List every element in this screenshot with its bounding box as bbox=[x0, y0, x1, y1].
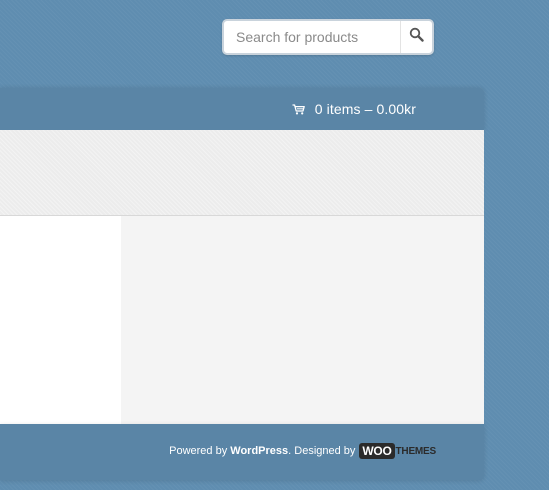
footer-credit: Powered by WordPress. Designed by WOO THE… bbox=[169, 443, 436, 459]
sidebar-area bbox=[121, 216, 484, 424]
magnifier-icon bbox=[409, 27, 424, 47]
wordpress-link[interactable]: WordPress bbox=[230, 445, 288, 457]
woothemes-logo[interactable]: WOO THEMES bbox=[359, 443, 436, 459]
search-input[interactable] bbox=[224, 21, 400, 53]
search-form bbox=[222, 19, 434, 55]
main-content-area bbox=[0, 216, 121, 424]
woothemes-logo-woo: WOO bbox=[359, 443, 395, 459]
powered-by-text: Powered by bbox=[169, 445, 228, 457]
content-band bbox=[0, 130, 484, 216]
footer: Powered by WordPress. Designed by WOO THE… bbox=[0, 424, 484, 480]
cart-link[interactable]: 0 items – 0.00kr bbox=[292, 99, 416, 119]
designed-by-text: . Designed by bbox=[288, 445, 356, 457]
woothemes-logo-themes: THEMES bbox=[395, 445, 437, 457]
cart-summary: 0 items – 0.00kr bbox=[314, 101, 416, 117]
search-button[interactable] bbox=[400, 21, 432, 53]
cart-icon bbox=[292, 103, 305, 115]
header-nav-bar: 0 items – 0.00kr bbox=[0, 88, 484, 130]
